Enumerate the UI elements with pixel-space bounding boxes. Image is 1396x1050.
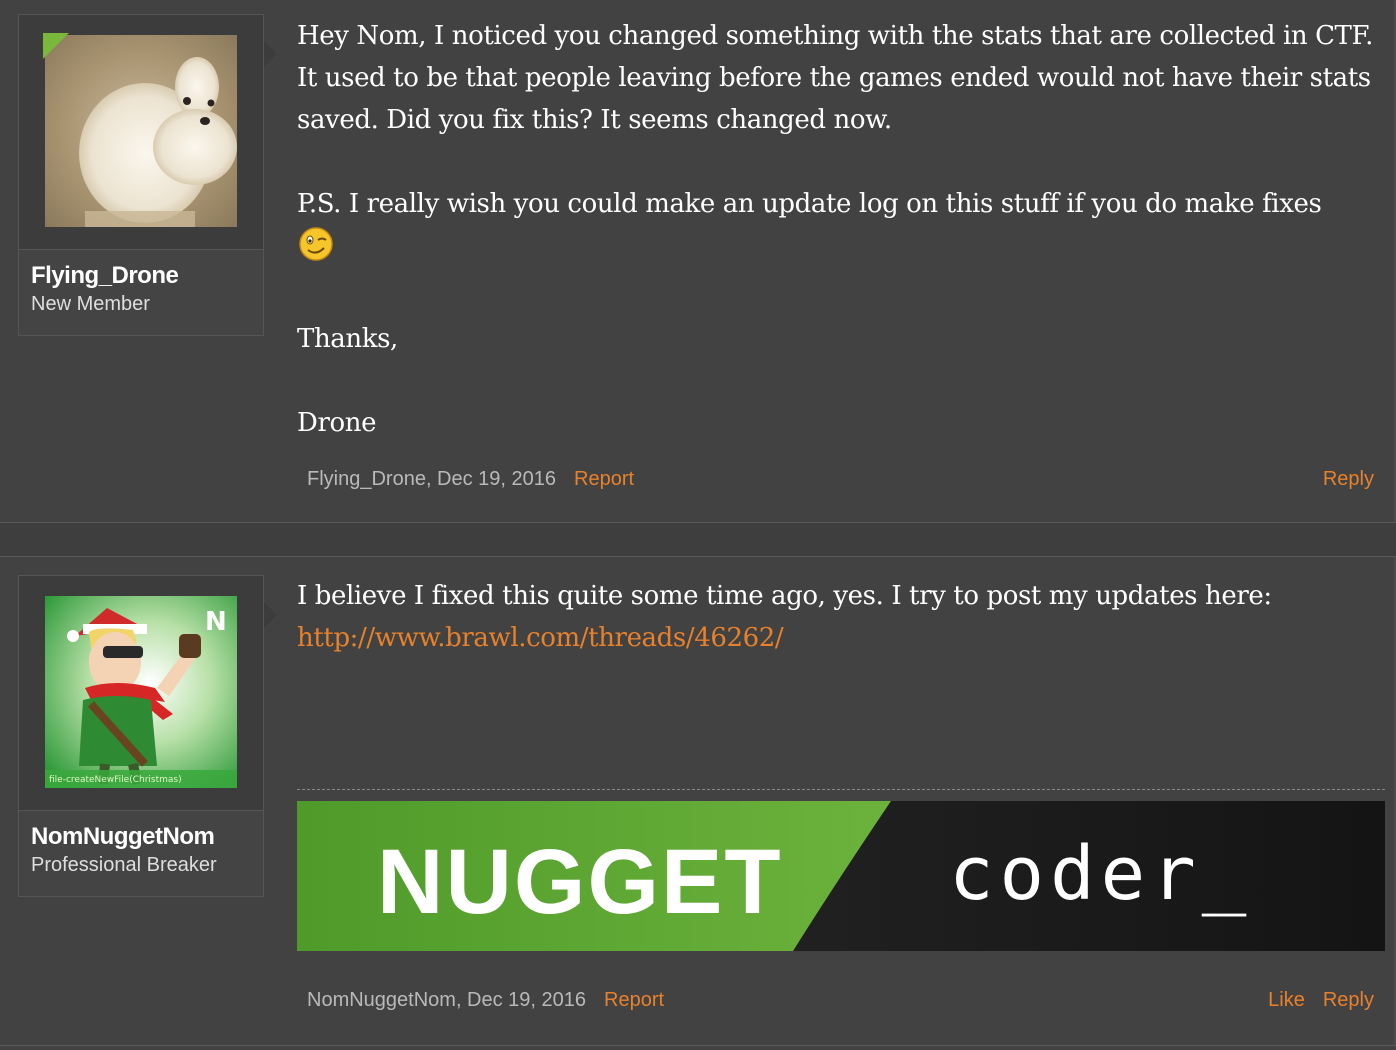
reply-link[interactable]: Reply (1323, 989, 1374, 1011)
message-body: Hey Nom, I noticed you changed something… (297, 15, 1377, 444)
avatar-frame (18, 14, 277, 250)
user-name-box: Flying_Drone New Member (18, 250, 264, 336)
author-date[interactable]: Flying_Drone, Dec 19, 2016 (307, 468, 556, 490)
avatar[interactable]: N file-createNewFile(Christmas) (45, 596, 237, 788)
user-title: New Member (31, 293, 150, 315)
user-title: Professional Breaker (31, 854, 217, 876)
update-thread-link[interactable]: http://www.brawl.com/threads/46262/ (297, 623, 784, 653)
online-indicator-icon (43, 33, 69, 59)
signature-divider (297, 789, 1385, 790)
username[interactable]: NomNuggetNom (31, 822, 263, 852)
signature-banner: NUGGET coder_ (297, 801, 1385, 951)
reply-link[interactable]: Reply (1323, 468, 1374, 490)
nugget-coder-banner-icon: NUGGET coder_ (297, 801, 1385, 951)
report-link[interactable]: Report (574, 468, 634, 490)
post-meta: Flying_Drone, Dec 19, 2016 Report (307, 468, 634, 491)
christmas-character-avatar-icon: N file-createNewFile(Christmas) (45, 596, 237, 788)
like-link[interactable]: Like (1268, 989, 1305, 1011)
username[interactable]: Flying_Drone (31, 261, 263, 291)
report-link[interactable]: Report (604, 989, 664, 1011)
user-name-box: NomNuggetNom Professional Breaker (18, 811, 264, 897)
message-paragraph: http://www.brawl.com/threads/46262/ (297, 617, 1377, 659)
post-flying-drone: Flying_Drone New Member Hey Nom, I notic… (0, 0, 1396, 523)
avatar[interactable] (45, 35, 237, 227)
message-paragraph: Hey Nom, I noticed you changed something… (297, 21, 1373, 135)
post-actions: Reply (1305, 468, 1374, 491)
wink-smilie-icon (297, 225, 335, 276)
message-paragraph: Thanks, (297, 324, 398, 354)
dog-avatar-icon (45, 35, 237, 227)
message-paragraph: Drone (297, 408, 377, 438)
post-meta: NomNuggetNom, Dec 19, 2016 Report (307, 989, 664, 1012)
svg-text:N: N (205, 607, 227, 637)
message-paragraph: P.S. I really wish you could make an upd… (297, 183, 1377, 276)
svg-text:NUGGET: NUGGET (377, 831, 783, 933)
message-paragraph: I believe I fixed this quite some time a… (297, 581, 1272, 611)
svg-text:coder_: coder_ (949, 831, 1252, 917)
post-nomnuggetnom: N file-createNewFile(Christmas) NomNugge… (0, 556, 1396, 1046)
svg-text:file-createNewFile(Christmas): file-createNewFile(Christmas) (49, 775, 182, 785)
post-gap (0, 523, 1396, 556)
message-text: P.S. I really wish you could make an upd… (297, 189, 1322, 219)
post-actions: Like Reply (1250, 989, 1374, 1012)
message-body: I believe I fixed this quite some time a… (297, 575, 1377, 659)
author-date[interactable]: NomNuggetNom, Dec 19, 2016 (307, 989, 586, 1011)
avatar-frame: N file-createNewFile(Christmas) (18, 575, 277, 811)
